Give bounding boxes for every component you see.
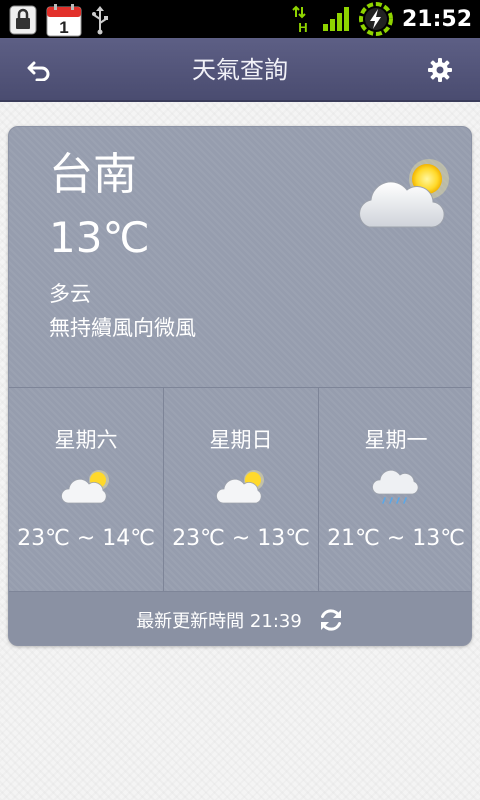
- wind-description: 無持續風向微風: [49, 316, 196, 340]
- weather-card: 台南 13℃ 多云 無持續風向微風 星期六 23℃ ~ 14℃ 星期日 23℃ …: [8, 126, 472, 646]
- status-clock: 21:52: [401, 6, 472, 32]
- battery-charging-icon: [358, 2, 393, 36]
- partly-cloudy-icon: [359, 159, 449, 228]
- forecast-day: 星期一 21℃ ~ 13℃: [319, 388, 471, 592]
- usb-icon: [92, 6, 108, 35]
- settings-button[interactable]: [420, 50, 460, 90]
- network-type-label: H: [298, 20, 307, 33]
- rain-cloud-icon: [372, 469, 419, 504]
- status-bar: 1 H 21:52: [0, 0, 480, 38]
- system-icons: H 21:52: [292, 2, 472, 36]
- calendar-day: 1: [59, 18, 68, 37]
- calendar-icon: 1: [46, 4, 82, 37]
- refresh-button[interactable]: [316, 605, 346, 635]
- network-h-icon: H: [292, 5, 308, 33]
- current-condition: 多云: [49, 282, 91, 306]
- back-button[interactable]: [20, 50, 60, 90]
- current-weather: 台南 13℃ 多云 無持續風向微風: [9, 127, 471, 387]
- forecast-temp-range: 23℃ ~ 14℃: [17, 526, 155, 551]
- forecast-temp-range: 21℃ ~ 13℃: [327, 526, 465, 551]
- city-name: 台南: [49, 149, 137, 200]
- forecast-day-name: 星期六: [54, 428, 118, 452]
- lock-icon: [9, 5, 37, 35]
- forecast-day-name: 星期一: [364, 428, 428, 452]
- last-updated-text: 最新更新時間 21:39: [136, 610, 302, 632]
- forecast-day: 星期日 23℃ ~ 13℃: [164, 388, 319, 592]
- current-temperature: 13℃: [49, 213, 150, 262]
- partly-cloudy-icon: [216, 470, 264, 504]
- page-title: 天氣查詢: [192, 56, 288, 84]
- update-bar: 最新更新時間 21:39: [9, 591, 471, 645]
- forecast-row: 星期六 23℃ ~ 14℃ 星期日 23℃ ~ 13℃ 星期一 21℃ ~ 13…: [9, 387, 471, 592]
- partly-cloudy-icon: [61, 470, 109, 504]
- forecast-day-name: 星期日: [209, 428, 273, 452]
- notification-icons: 1: [8, 3, 110, 37]
- gear-icon: [428, 58, 452, 82]
- forecast-temp-range: 23℃ ~ 13℃: [172, 526, 310, 551]
- back-arrow-icon: [27, 61, 50, 81]
- signal-icon: [322, 7, 349, 31]
- refresh-icon: [320, 608, 341, 631]
- forecast-day: 星期六 23℃ ~ 14℃: [9, 388, 164, 592]
- title-bar: 天氣查詢: [0, 38, 480, 102]
